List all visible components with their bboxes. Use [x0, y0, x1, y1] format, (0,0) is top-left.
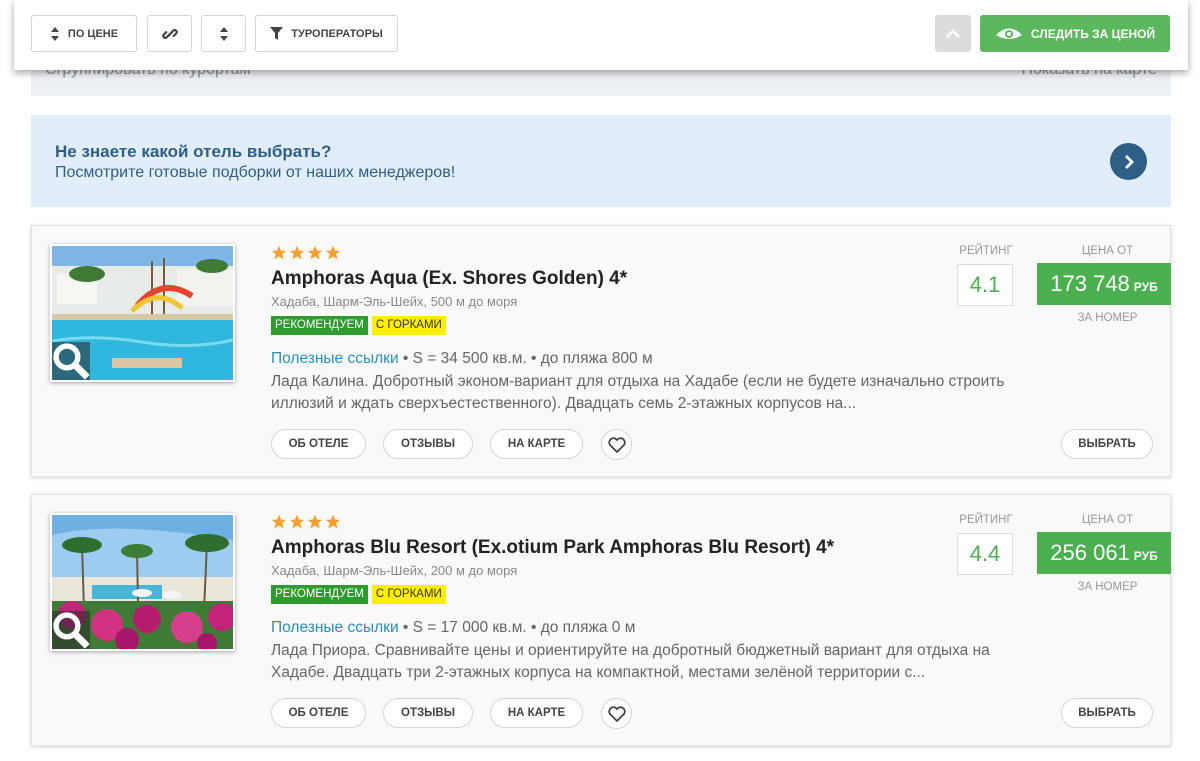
operators-label: ТУРОПЕРАТОРЫ: [291, 27, 383, 40]
follow-price-button[interactable]: СЛЕДИТЬ ЗА ЦЕНОЙ: [980, 15, 1170, 52]
about-hotel-button[interactable]: ОБ ОТЕЛЕ: [271, 698, 366, 728]
favorite-button[interactable]: [601, 698, 632, 729]
follow-price-label: СЛЕДИТЬ ЗА ЦЕНОЙ: [1030, 26, 1156, 41]
rating-value: 4.1: [957, 264, 1013, 306]
zoom-button[interactable]: [52, 342, 90, 380]
hotel-description: Лада Приора. Сравнивайте цены и ориентир…: [271, 642, 990, 681]
per-room-label: ЗА НОМЕР: [1077, 312, 1138, 324]
star-icon: [289, 245, 305, 260]
rating-label: РЕЙТИНГ: [959, 514, 1013, 526]
sort-label: ПО ЦЕНЕ: [67, 27, 119, 40]
star-icon: [271, 514, 287, 529]
hotel-badges: РЕКОМЕНДУЕМ С ГОРКАМИ: [271, 316, 446, 335]
star-icon: [307, 245, 323, 260]
hotel-facts: Полезные ссылки • S = 34 500 кв.м. • до …: [271, 350, 653, 368]
rating-label: РЕЙТИНГ: [959, 245, 1013, 257]
heart-icon: [607, 705, 626, 722]
eye-icon: [995, 28, 1022, 39]
filter-icon: [270, 27, 284, 40]
magnifier-icon: [53, 343, 90, 380]
hotel-badges: РЕКОМЕНДУЕМ С ГОРКАМИ: [271, 585, 446, 604]
hotel-location: Хадаба, Шарм-Эль-Шейх, 500 м до моря: [271, 294, 518, 309]
hotel-name[interactable]: Amphoras Blu Resort (Ex.otium Park Ampho…: [271, 537, 834, 559]
link-icon: [161, 28, 178, 39]
favorite-button[interactable]: [601, 429, 632, 460]
star-rating: [271, 245, 341, 261]
reviews-button[interactable]: ОТЗЫВЫ: [383, 429, 473, 459]
price-from-label: ЦЕНА ОТ: [1081, 514, 1134, 526]
zoom-button[interactable]: [52, 611, 90, 649]
on-map-button[interactable]: НА КАРТЕ: [490, 698, 583, 728]
per-room-label: ЗА НОМЕР: [1077, 581, 1138, 593]
badge-slides: С ГОРКАМИ: [371, 316, 446, 335]
choose-button[interactable]: ВЫБРАТЬ: [1061, 429, 1153, 459]
badge-recommended: РЕКОМЕНДУЕМ: [271, 585, 368, 604]
reviews-button[interactable]: ОТЗЫВЫ: [383, 698, 473, 728]
hotel-location: Хадаба, Шарм-Эль-Шейх, 200 м до моря: [271, 563, 518, 578]
chevron-right-icon: [1124, 154, 1134, 169]
share-link-button[interactable]: [147, 15, 192, 52]
hotel-name[interactable]: Amphoras Aqua (Ex. Shores Golden) 4*: [271, 268, 627, 290]
hotel-photo[interactable]: [50, 513, 235, 651]
banner-question: Не знаете какой отель выбрать?: [55, 142, 332, 161]
sort-by-price-button[interactable]: ПО ЦЕНЕ: [31, 15, 137, 52]
star-icon: [307, 514, 323, 529]
useful-links-link[interactable]: Полезные ссылки: [271, 350, 399, 367]
star-rating: [271, 514, 341, 530]
hotel-selection-banner[interactable]: Не знаете какой отель выбрать? Посмотрит…: [31, 115, 1171, 207]
hotel-facts-text: • S = 17 000 кв.м. • до пляжа 0 м: [398, 619, 636, 636]
banner-subtitle: Посмотрите готовые подборки от наших мен…: [55, 164, 456, 181]
star-icon: [271, 245, 287, 260]
banner-arrow-button[interactable]: [1110, 143, 1147, 180]
currency-label: РУБ: [1133, 279, 1158, 294]
hotel-photo[interactable]: [50, 244, 235, 382]
hotel-card: Amphoras Aqua (Ex. Shores Golden) 4* Хад…: [31, 225, 1171, 477]
about-hotel-button[interactable]: ОБ ОТЕЛЕ: [271, 429, 366, 459]
sort-icon: [50, 26, 59, 41]
tour-operators-filter-button[interactable]: ТУРОПЕРАТОРЫ: [255, 15, 398, 52]
badge-recommended: РЕКОМЕНДУЕМ: [271, 316, 368, 335]
badge-slides: С ГОРКАМИ: [371, 585, 446, 604]
price-button[interactable]: 173 748 РУБ: [1037, 263, 1171, 305]
hotel-description: Лада Калина. Добротный эконом-вариант дл…: [271, 373, 1005, 412]
currency-label: РУБ: [1133, 548, 1158, 563]
hotel-card: Amphoras Blu Resort (Ex.otium Park Ampho…: [31, 494, 1171, 746]
sticky-toolbar: ПО ЦЕНЕ ТУРОПЕРАТОРЫ СЛЕДИТЬ ЗА ЦЕНОЙ: [14, 0, 1188, 70]
price-from-label: ЦЕНА ОТ: [1081, 245, 1134, 257]
on-map-button[interactable]: НА КАРТЕ: [490, 429, 583, 459]
hotel-facts-text: • S = 34 500 кв.м. • до пляжа 800 м: [398, 350, 653, 367]
hotel-facts: Полезные ссылки • S = 17 000 кв.м. • до …: [271, 619, 635, 637]
price-button[interactable]: 256 061 РУБ: [1037, 532, 1171, 574]
chevron-up-icon: [946, 29, 960, 38]
choose-button[interactable]: ВЫБРАТЬ: [1061, 698, 1153, 728]
star-icon: [325, 245, 341, 260]
scroll-up-button[interactable]: [935, 15, 971, 52]
useful-links-link[interactable]: Полезные ссылки: [271, 619, 399, 636]
rating-value: 4.4: [957, 533, 1013, 575]
heart-icon: [607, 436, 626, 453]
price-value: 173 748: [1050, 271, 1130, 296]
star-icon: [325, 514, 341, 529]
star-icon: [289, 514, 305, 529]
sort-direction-button[interactable]: [201, 15, 246, 52]
magnifier-icon: [53, 612, 90, 649]
sort-icon: [219, 26, 228, 41]
price-value: 256 061: [1050, 540, 1130, 565]
